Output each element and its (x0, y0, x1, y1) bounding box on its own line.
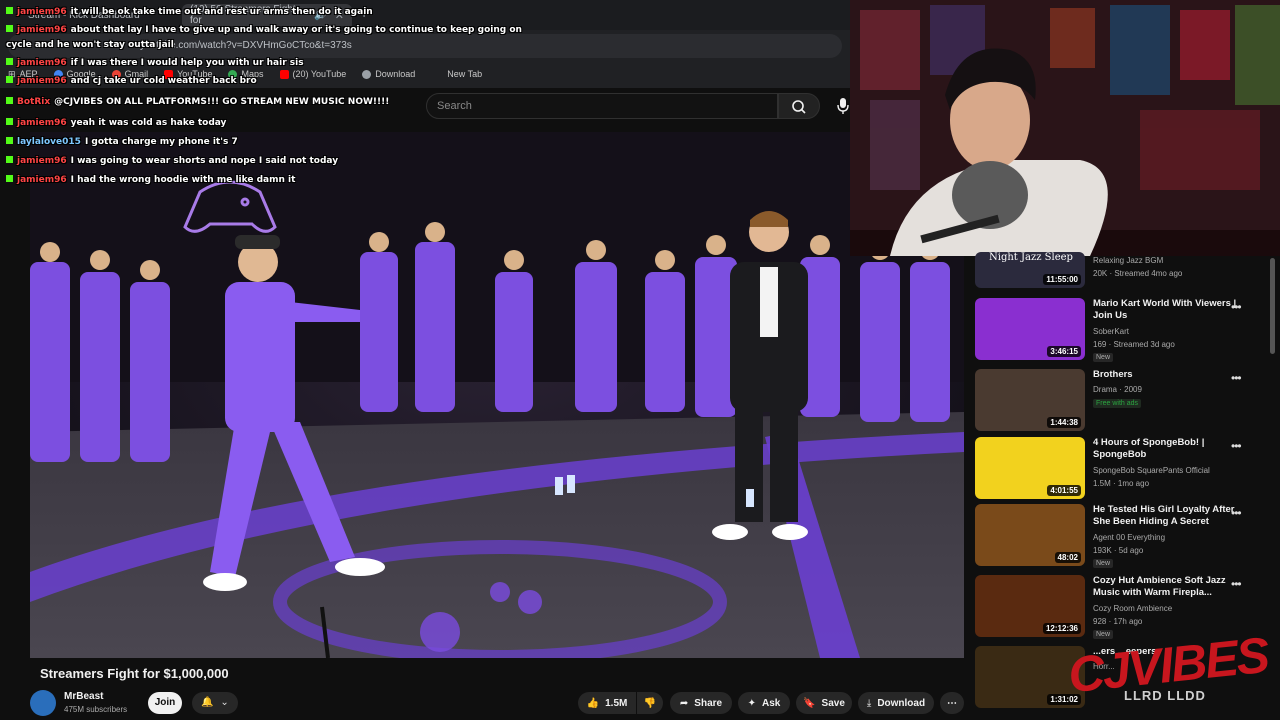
video-title: Mario Kart World With Viewers | Join Us (1093, 298, 1237, 321)
download-button[interactable]: ⤓ Download (858, 692, 934, 714)
video-title: He Tested His Girl Loyalty After She Bee… (1093, 504, 1235, 527)
kick-icon (6, 175, 13, 182)
sparkle-icon: ✦ (747, 697, 757, 709)
duration-badge: 12:12:36 (1042, 623, 1081, 634)
kick-icon (6, 58, 13, 65)
new-badge: New (1093, 353, 1114, 362)
bookmark-download[interactable]: Download (362, 69, 415, 79)
bookmark-icon: 🔖 (803, 697, 816, 709)
chat-message: laylalove015 I gotta charge my phone it's… (6, 137, 238, 147)
chevron-down-icon: ⌄ (220, 697, 229, 708)
globe-icon (362, 69, 372, 79)
chat-message: cycle and he won't stay outta jail (6, 40, 174, 50)
kick-icon (6, 7, 13, 14)
search-button[interactable] (778, 93, 820, 119)
video-meta: 20K · Streamed 4mo ago (1093, 269, 1183, 278)
search-input[interactable]: Search (426, 93, 778, 119)
thumbs-up-icon: 👍 (586, 697, 600, 709)
video-thumbnail[interactable]: Night Jazz Sleep 11:55:00 (975, 252, 1085, 288)
channel-name: Drama · 2009 (1093, 385, 1142, 394)
video-meta: 193K · 5d ago (1093, 546, 1144, 555)
channel-avatar[interactable] (30, 690, 56, 716)
chat-message: BotRix @CJVIBES ON ALL PLATFORMS!!! GO ST… (6, 97, 389, 107)
search-icon (792, 100, 806, 114)
kick-icon (6, 76, 13, 83)
webcam-frame (850, 0, 1280, 256)
video-meta: 169 · Streamed 3d ago (1093, 340, 1175, 349)
notification-bell-button[interactable]: 🔔 ⌄ (192, 692, 238, 714)
duration-badge: 11:55:00 (1043, 274, 1081, 285)
kick-icon (6, 97, 13, 104)
recommendation-item[interactable]: 4:01:55 4 Hours of SpongeBob! | SpongeBo… (975, 437, 1271, 499)
chat-message: jamiem96 yeah it was cold as hake today (6, 118, 226, 128)
video-title: Cozy Hut Ambience Soft Jazz Music with W… (1093, 575, 1226, 598)
video-thumbnail[interactable]: 1:44:38 (975, 369, 1085, 431)
kick-icon (6, 118, 13, 125)
new-badge: New (1093, 630, 1114, 639)
dislike-button[interactable]: 👎 (637, 692, 663, 714)
video-thumbnail[interactable]: 12:12:36 (975, 575, 1085, 637)
channel-name: Agent 00 Everything (1093, 533, 1166, 542)
new-badge: New (1093, 559, 1114, 568)
chat-message: jamiem96 I was going to wear shorts and n… (6, 156, 338, 166)
more-options-icon: ⋯ (947, 697, 957, 709)
video-title: Brothers (1093, 369, 1133, 380)
watermark-subtext: LLRD LLDD (1124, 688, 1206, 703)
kick-icon (6, 156, 13, 163)
thumbnail-text: Night Jazz Sleep (989, 252, 1073, 263)
bell-icon: 🔔 (201, 697, 214, 708)
ask-button[interactable]: ✦ Ask (738, 692, 790, 714)
channel-name[interactable]: MrBeast (64, 691, 103, 702)
chat-message: jamiem96 and cj take ur cold weather back… (6, 76, 257, 86)
more-options-icon[interactable]: ••• (1231, 439, 1242, 453)
duration-badge: 4:01:55 (1047, 485, 1081, 496)
more-options-icon[interactable]: ••• (1231, 506, 1242, 520)
thumbs-down-icon: 👎 (643, 697, 657, 709)
chat-message: jamiem96 about that lay I have to give up… (6, 25, 522, 35)
video-meta: 1.5M · 1mo ago (1093, 479, 1150, 488)
video-meta: 928 · 17h ago (1093, 617, 1143, 626)
channel-name: SoberKart (1093, 327, 1130, 336)
recommendation-item[interactable]: 48:02 He Tested His Girl Loyalty After S… (975, 504, 1271, 568)
youtube-icon (279, 69, 289, 79)
video-title: 4 Hours of SpongeBob! | SpongeBob (1093, 437, 1205, 460)
save-button[interactable]: 🔖 Save (796, 692, 852, 714)
kick-icon (6, 137, 13, 144)
share-icon: ➦ (679, 697, 689, 709)
video-thumbnail[interactable]: 4:01:55 (975, 437, 1085, 499)
free-with-ads-badge: Free with ads (1093, 399, 1142, 408)
bookmark-youtube-20[interactable]: (20) YouTube (279, 69, 346, 79)
more-options-icon[interactable]: ••• (1231, 300, 1242, 314)
webcam-overlay (850, 0, 1280, 256)
share-button[interactable]: ➦ Share (670, 692, 732, 714)
channel-name: Cozy Room Ambience (1093, 604, 1173, 613)
like-button[interactable]: 👍 1.5M (578, 692, 636, 714)
video-thumbnail[interactable]: 48:02 (975, 504, 1085, 566)
join-button[interactable]: Join (148, 692, 182, 714)
bookmark-new-tab[interactable]: New Tab (447, 69, 482, 79)
recommendation-item[interactable]: 3:46:15 Mario Kart World With Viewers | … (975, 298, 1271, 362)
duration-badge: 3:46:15 (1047, 346, 1081, 357)
video-title: Streamers Fight for $1,000,000 (40, 666, 229, 681)
recommendation-item[interactable]: Night Jazz Sleep 11:55:00 Relaxing Jazz … (975, 252, 1271, 288)
kick-icon (6, 25, 13, 32)
more-options-icon[interactable]: ••• (1231, 577, 1242, 591)
video-player[interactable] (30, 132, 964, 658)
chat-message: jamiem96 I had the wrong hoodie with me l… (6, 175, 295, 185)
recommendation-item[interactable]: 1:44:38 Brothers Drama · 2009 Free with … (975, 369, 1271, 431)
video-thumbnail[interactable]: 3:46:15 (975, 298, 1085, 360)
chat-message: jamiem96 it will be ok take time out and … (6, 7, 373, 17)
download-icon: ⤓ (866, 697, 872, 709)
recommendation-item[interactable]: 12:12:36 Cozy Hut Ambience Soft Jazz Mus… (975, 575, 1271, 639)
channel-name: Relaxing Jazz BGM (1093, 256, 1164, 265)
channel-name: SpongeBob SquarePants Official (1093, 466, 1210, 475)
duration-badge: 48:02 (1054, 552, 1081, 563)
subscriber-count: 475M subscribers (64, 705, 128, 714)
chat-message: jamiem96 if I was there I would help you … (6, 58, 304, 68)
video-frame (30, 132, 964, 658)
more-actions-button[interactable]: ⋯ (940, 692, 964, 714)
duration-badge: 1:44:38 (1047, 417, 1081, 428)
sidebar-scrollbar[interactable] (1270, 258, 1275, 354)
more-options-icon[interactable]: ••• (1231, 371, 1242, 385)
